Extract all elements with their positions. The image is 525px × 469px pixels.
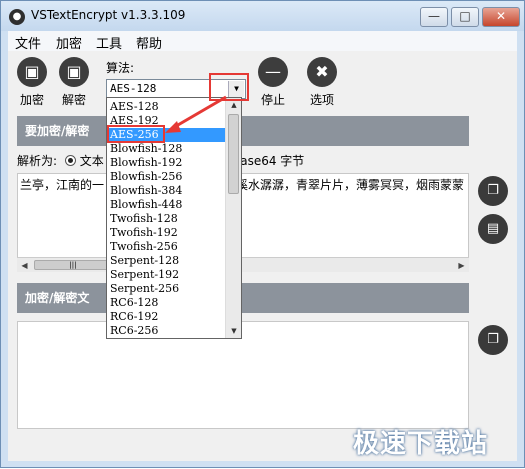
watermark: 极速下载站 — [353, 429, 489, 459]
annotation-arrow-icon — [165, 95, 227, 133]
app-window: ● VSTextEncrypt v1.3.3.109 — □ ✕ 文件 加密 工… — [0, 0, 525, 468]
